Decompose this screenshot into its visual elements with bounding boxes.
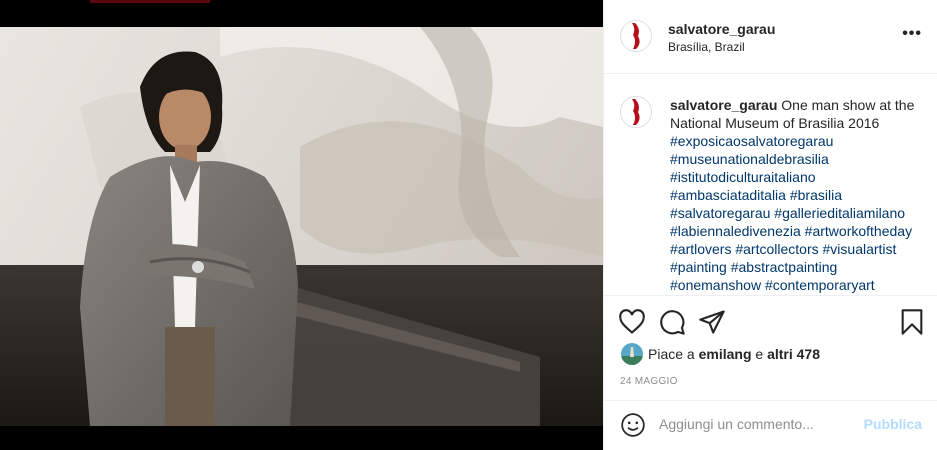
hashtag[interactable]: #artworkoftheday	[805, 223, 912, 239]
caption-avatar[interactable]	[620, 96, 652, 128]
avatar-image	[621, 97, 651, 127]
caption-area: salvatore_garau One man show at the Nati…	[604, 74, 937, 294]
comment-icon[interactable]	[658, 308, 686, 336]
header-username[interactable]: salvatore_garau	[668, 21, 775, 37]
likes-mid: e	[751, 346, 768, 362]
post-actions: Piace a emilang e altri 478 24 MAGGIO	[604, 295, 937, 405]
hashtag[interactable]: #artlovers	[670, 241, 731, 257]
heart-icon[interactable]	[618, 308, 646, 336]
likes-summary: Piace a emilang e altri 478	[648, 346, 820, 362]
likes-count[interactable]: altri 478	[767, 346, 820, 362]
hashtag[interactable]: #visualartist	[823, 241, 897, 257]
hashtag[interactable]: #istitutodiculturaitaliano	[670, 169, 816, 185]
liker-avatar[interactable]	[621, 343, 643, 365]
hashtag[interactable]: #salvatoregarau	[670, 205, 770, 221]
likes-user[interactable]: emilang	[699, 346, 752, 362]
header-location[interactable]: Brasília, Brazil	[668, 40, 745, 54]
caption-username[interactable]: salvatore_garau	[670, 97, 777, 113]
hashtag[interactable]: #museunationaldebrasilia	[670, 151, 829, 167]
publish-button[interactable]: Pubblica	[864, 416, 922, 432]
post-media	[0, 0, 603, 450]
hashtag[interactable]: #onemanshow	[670, 277, 761, 293]
previous-media-strip	[90, 0, 210, 3]
hashtag[interactable]: #gallerieditaliamilano	[774, 205, 905, 221]
hashtag[interactable]: #brasilia	[790, 187, 842, 203]
comment-bar: Aggiungi un commento... Pubblica	[604, 400, 937, 450]
share-icon[interactable]	[698, 308, 726, 336]
bookmark-icon[interactable]	[898, 308, 926, 336]
hashtag[interactable]: #labiennaledivenezia	[670, 223, 801, 239]
comment-input[interactable]: Aggiungi un commento...	[659, 416, 814, 432]
hashtag[interactable]: #exposicaosalvatoregarau	[670, 133, 833, 149]
hashtag[interactable]: #abstractpainting	[731, 259, 838, 275]
emoji-icon[interactable]	[620, 412, 646, 438]
likes-prefix: Piace a	[648, 346, 699, 362]
post-date[interactable]: 24 MAGGIO	[620, 376, 678, 387]
hashtag[interactable]: #ambasciataditalia	[670, 187, 786, 203]
post-photo[interactable]	[0, 27, 603, 426]
hashtag[interactable]: #artcollectors	[735, 241, 818, 257]
more-icon[interactable]: •••	[902, 26, 922, 42]
post-header: salvatore_garau Brasília, Brazil •••	[604, 0, 937, 74]
hashtag[interactable]: #painting	[670, 259, 727, 275]
photo-artist-portrait	[0, 27, 603, 426]
caption-text: salvatore_garau One man show at the Nati…	[670, 96, 932, 294]
avatar-image	[621, 21, 651, 51]
avatar[interactable]	[620, 20, 652, 52]
hashtag[interactable]: #contemporaryart	[765, 277, 875, 293]
post-sidebar: salvatore_garau Brasília, Brazil ••• sal…	[603, 0, 937, 450]
